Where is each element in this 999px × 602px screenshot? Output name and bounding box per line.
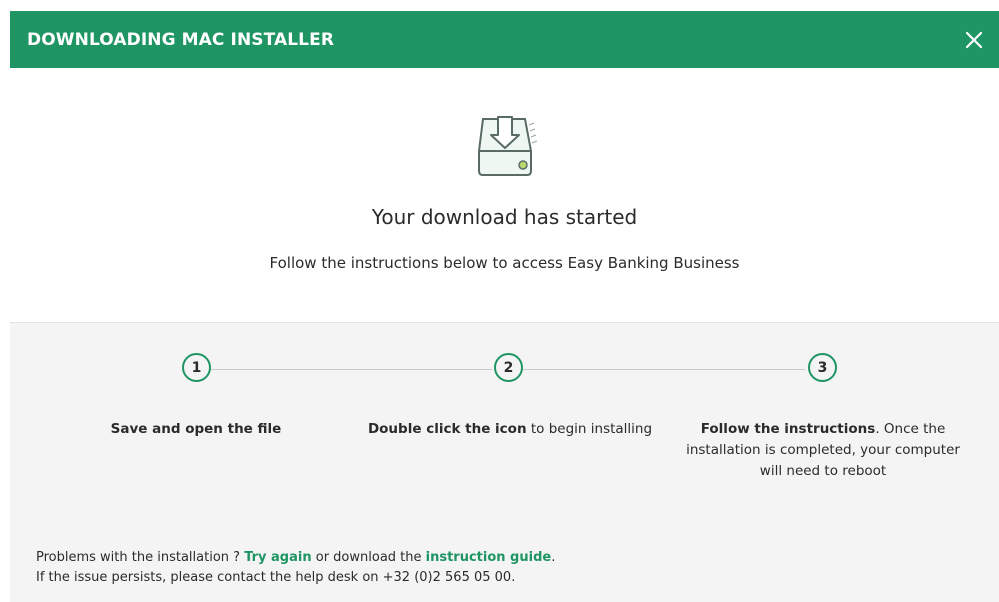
helpdesk-message: If the issue persists, please contact th… xyxy=(36,570,516,585)
step-2-text: Double click the icon to begin installin… xyxy=(362,419,658,440)
support-prefix: Problems with the installation ? xyxy=(36,550,245,565)
support-suffix: . xyxy=(551,550,556,565)
step-2-bold: Double click the icon xyxy=(367,421,527,437)
download-status-section: Your download has started Follow the ins… xyxy=(10,68,999,322)
installer-dialog: DOWNLOADING MAC INSTALLER Your download … xyxy=(10,11,999,602)
try-again-link[interactable]: Try again xyxy=(244,550,311,565)
download-drive-icon xyxy=(478,116,537,176)
instruction-guide-link[interactable]: instruction guide xyxy=(426,550,552,565)
close-icon xyxy=(965,31,983,48)
step-3-bold: Follow the instructions xyxy=(700,421,876,437)
step-2-rest: to begin installing xyxy=(526,421,653,437)
support-middle: or download the xyxy=(311,550,426,565)
instructions-subheading: Follow the instructions below to access … xyxy=(269,254,740,272)
close-button[interactable] xyxy=(961,27,987,53)
support-message: Problems with the installation ? Try aga… xyxy=(36,549,555,567)
dialog-header: DOWNLOADING MAC INSTALLER xyxy=(10,11,999,68)
step-3-badge: 3 xyxy=(808,353,837,382)
step-1-text: Save and open the file xyxy=(66,419,326,440)
step-connector xyxy=(523,369,805,370)
step-1-badge: 1 xyxy=(182,353,211,382)
dialog-title: DOWNLOADING MAC INSTALLER xyxy=(27,29,335,50)
step-1-bold: Save and open the file xyxy=(110,421,282,437)
step-2-badge: 2 xyxy=(494,353,523,382)
download-started-heading: Your download has started xyxy=(371,205,638,229)
steps-panel: 1 2 3 Save and open the file Double clic… xyxy=(10,322,999,602)
step-3-text: Follow the instructions. Once the instal… xyxy=(673,419,973,482)
step-connector xyxy=(210,369,492,370)
